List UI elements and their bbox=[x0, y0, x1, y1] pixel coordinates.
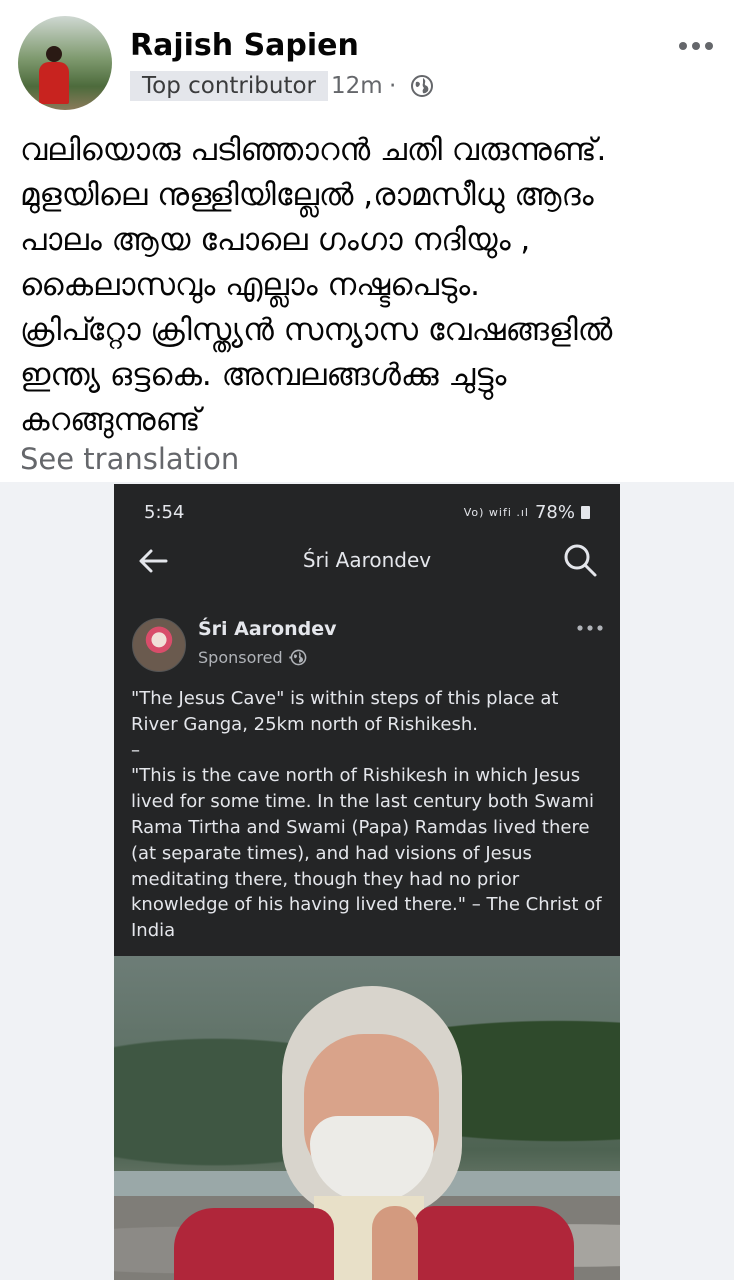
photo-person-hands bbox=[372, 1206, 418, 1280]
page-title: Śri Aarondev bbox=[302, 548, 432, 572]
post-time[interactable]: 12m bbox=[331, 71, 383, 101]
battery-icon bbox=[581, 506, 590, 519]
ad-photo bbox=[114, 956, 620, 1280]
advertiser-name: Śri Aarondev bbox=[198, 618, 337, 640]
photo-person-shawl-right bbox=[414, 1206, 574, 1280]
more-horizontal-icon bbox=[577, 625, 603, 631]
avatar-person-body bbox=[39, 62, 69, 104]
author-avatar[interactable] bbox=[18, 16, 112, 110]
photo-person-shawl-left bbox=[174, 1208, 334, 1280]
battery-percent: 78% bbox=[534, 502, 575, 523]
signal-icons: Vo) wifi .ıl bbox=[463, 506, 529, 519]
top-contributor-badge: Top contributor bbox=[130, 71, 329, 101]
shared-screenshot-image[interactable]: 5:54 Vo) wifi .ıl 78% Śri Aarondev Śri A… bbox=[114, 484, 620, 1280]
globe-icon bbox=[290, 649, 307, 666]
author-name[interactable]: Rajish Sapien bbox=[130, 28, 359, 63]
globe-icon bbox=[411, 75, 433, 97]
search-icon bbox=[564, 544, 597, 577]
meta-separator: · bbox=[389, 73, 397, 99]
advertiser-avatar bbox=[132, 618, 186, 672]
ad-body-text: "The Jesus Cave" is within steps of this… bbox=[131, 688, 602, 942]
status-bar-right: Vo) wifi .ıl 78% bbox=[464, 502, 590, 523]
post-header: Rajish Sapien Top contributor 12m · bbox=[0, 0, 734, 120]
avatar-person-head bbox=[46, 46, 62, 62]
post-body-text: വലിയൊരു പടിഞ്ഞാറൻ ചതി വരുന്നുണ്ട്. മുളയി… bbox=[20, 132, 613, 438]
more-horizontal-icon[interactable] bbox=[676, 36, 716, 56]
sponsored-label: Sponsored · bbox=[198, 648, 293, 667]
status-bar-time: 5:54 bbox=[144, 502, 185, 523]
see-translation-link[interactable]: See translation bbox=[20, 442, 239, 476]
